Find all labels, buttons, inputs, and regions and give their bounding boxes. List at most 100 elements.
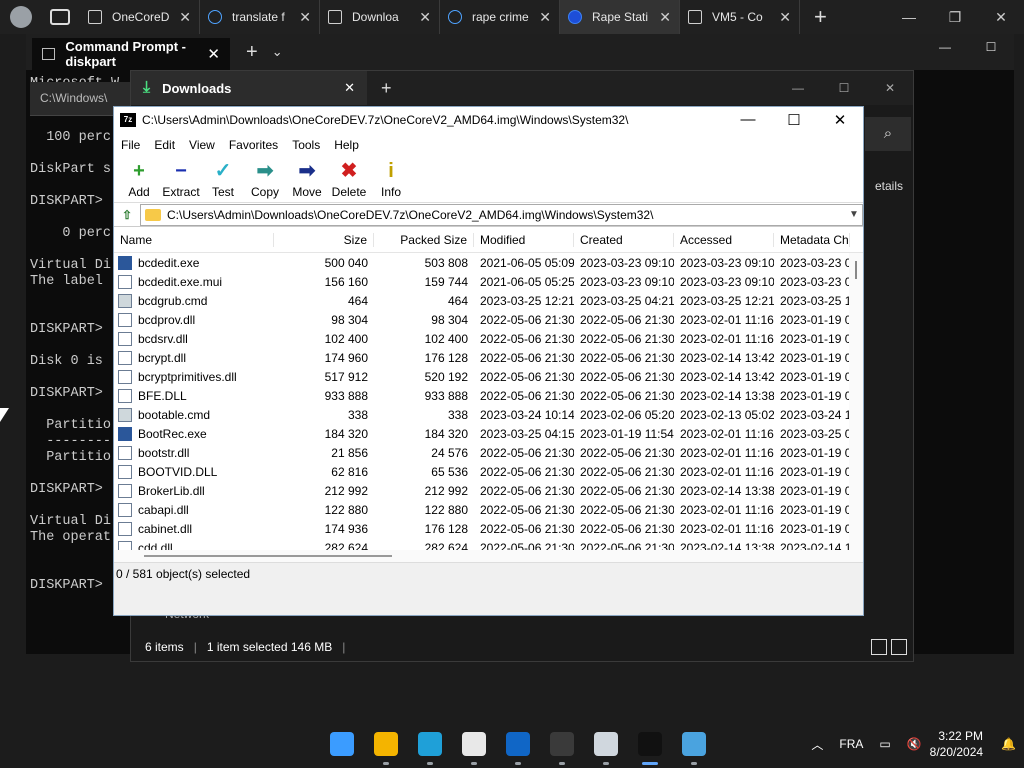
clock[interactable]: 3:22 PM 8/20/2024 — [930, 728, 983, 760]
close-tab-icon[interactable]: ✕ — [179, 9, 191, 26]
browser-tab[interactable]: translate f ✕ — [200, 0, 320, 34]
browser-tab[interactable]: rape crime ✕ — [440, 0, 560, 34]
new-tab-button[interactable]: + — [814, 4, 827, 30]
table-row[interactable]: BrokerLib.dll 212 992 212 992 2022-05-06 21… — [114, 481, 850, 500]
menu-favorites[interactable]: Favorites — [222, 138, 285, 152]
minimize-button[interactable]: — — [922, 34, 968, 60]
table-row[interactable]: bcdedit.exe.mui 156 160 159 744 2021-06-05 … — [114, 272, 850, 291]
vertical-scrollbar[interactable] — [849, 253, 863, 562]
browser-tab[interactable]: Downloa ✕ — [320, 0, 440, 34]
menu-tools[interactable]: Tools — [285, 138, 327, 152]
close-tab-icon[interactable]: ✕ — [299, 9, 311, 26]
address-field[interactable]: C:\Users\Admin\Downloads\OneCoreDEV.7z\O… — [140, 203, 863, 226]
search-icon — [208, 10, 222, 24]
chevron-down-icon[interactable]: ⌄ — [272, 44, 283, 60]
download-icon: ⤓ — [143, 79, 151, 96]
menu-view[interactable]: View — [182, 138, 222, 152]
column-header-packed-size[interactable]: Packed Size — [374, 232, 474, 247]
menu-file[interactable]: File — [114, 138, 147, 152]
column-header-modified[interactable]: Modified — [474, 232, 574, 247]
close-button[interactable]: ✕ — [867, 81, 913, 95]
info-button[interactable]: i Info — [370, 157, 412, 199]
copy-button[interactable]: ➡ Copy — [244, 157, 286, 199]
table-row[interactable]: bootstr.dll 21 856 24 576 2022-05-06 21:30 2… — [114, 443, 850, 462]
explorer-tab[interactable]: ⤓ Downloads ✕ — [131, 71, 367, 105]
column-header-name[interactable]: Name — [114, 232, 274, 247]
close-tab-icon[interactable]: ✕ — [539, 9, 551, 26]
delete-button[interactable]: ✖ Delete — [328, 157, 370, 199]
extract-button[interactable]: − Extract — [160, 157, 202, 199]
details-view-icon[interactable] — [871, 639, 887, 655]
restore-button[interactable]: ❐ — [932, 0, 978, 34]
column-header-created[interactable]: Created — [574, 232, 674, 247]
close-tab-icon[interactable]: ✕ — [344, 80, 355, 96]
minimize-button[interactable]: — — [775, 81, 821, 95]
test-button[interactable]: ✓ Test — [202, 157, 244, 199]
chevron-up-icon[interactable]: ︿ — [811, 736, 823, 753]
table-row[interactable]: BFE.DLL 933 888 933 888 2022-05-06 21:30 202… — [114, 386, 850, 405]
maximize-button[interactable]: ☐ — [821, 81, 867, 95]
start-icon[interactable] — [320, 720, 364, 768]
notepad-icon[interactable] — [672, 720, 716, 768]
table-cell: 2023-03-25 04:15 — [480, 426, 574, 441]
network-icon[interactable]: ▭ — [879, 737, 890, 751]
store-icon[interactable] — [452, 720, 496, 768]
horizontal-scrollbar[interactable] — [114, 550, 863, 562]
table-row[interactable]: BootRec.exe 184 320 184 320 2023-03-25 04:1… — [114, 424, 850, 443]
close-tab-icon[interactable]: ✕ — [659, 9, 671, 26]
column-header-accessed[interactable]: Accessed — [674, 232, 774, 247]
details-button[interactable]: etails — [875, 179, 903, 193]
control-panel-icon[interactable] — [584, 720, 628, 768]
profile-avatar[interactable] — [10, 6, 32, 28]
taskbar: ︿ FRA ▭ 🔇 3:22 PM 8/20/2024 🔔 — [0, 720, 1024, 768]
file-name-cell: bcdedit.exe.mui — [114, 274, 274, 289]
chevron-down-icon[interactable]: ▼ — [846, 209, 862, 220]
table-row[interactable]: BOOTVID.DLL 62 816 65 536 2022-05-06 21:30 2… — [114, 462, 850, 481]
table-row[interactable]: bcdedit.exe 500 040 503 808 2021-06-05 05:0… — [114, 253, 850, 272]
menu-help[interactable]: Help — [327, 138, 366, 152]
move-button[interactable]: ➡ Move — [286, 157, 328, 199]
table-row[interactable]: bcdprov.dll 98 304 98 304 2022-05-06 21:30 2… — [114, 310, 850, 329]
up-folder-icon[interactable]: ⇧ — [114, 208, 140, 222]
close-tab-icon[interactable]: ✕ — [419, 9, 431, 26]
close-tab-icon[interactable]: ✕ — [779, 9, 791, 26]
terminal-icon[interactable] — [540, 720, 584, 768]
notification-bell-icon[interactable]: 🔔 — [1001, 737, 1016, 751]
table-row[interactable]: cabapi.dll 122 880 122 880 2022-05-06 21:30… — [114, 500, 850, 519]
browser-tab[interactable]: OneCoreD ✕ — [80, 0, 200, 34]
table-row[interactable]: bcryptprimitives.dll 517 912 520 192 2022-0… — [114, 367, 850, 386]
column-header-size[interactable]: Size — [274, 232, 374, 247]
search-icon[interactable]: ⌕ — [865, 117, 911, 151]
browser-tab-active[interactable]: Rape Stati ✕ — [560, 0, 680, 34]
browser-tab[interactable]: VM5 - Co ✕ — [680, 0, 800, 34]
7zip-icon[interactable] — [628, 720, 672, 768]
new-tab-button[interactable]: + — [381, 78, 392, 99]
column-header-metadata[interactable]: Metadata Ch — [774, 232, 850, 247]
table-cell: 2023-02-01 11:16 — [680, 502, 774, 517]
tiles-view-icon[interactable] — [891, 639, 907, 655]
minimize-button[interactable]: — — [886, 0, 932, 34]
table-cell: 2022-05-06 21:30 — [480, 521, 574, 536]
add-button[interactable]: + Add — [118, 157, 160, 199]
maximize-button[interactable]: ☐ — [968, 34, 1014, 60]
outlook-icon[interactable] — [496, 720, 540, 768]
close-button[interactable]: ✕ — [978, 0, 1024, 34]
terminal-tab[interactable]: Command Prompt - diskpart ✕ — [32, 38, 230, 70]
edge-icon[interactable] — [408, 720, 452, 768]
volume-muted-icon[interactable]: 🔇 — [907, 737, 922, 751]
table-row[interactable]: bcrypt.dll 174 960 176 128 2022-05-06 21:30… — [114, 348, 850, 367]
tab-actions-icon[interactable] — [50, 9, 70, 25]
maximize-button[interactable]: ☐ — [771, 111, 817, 129]
minimize-button[interactable]: — — [725, 111, 771, 129]
table-row[interactable]: bcdgrub.cmd 464 464 2023-03-25 12:21 2023-03… — [114, 291, 850, 310]
file-explorer-icon[interactable] — [364, 720, 408, 768]
table-cell: 102 400 — [424, 331, 468, 346]
close-tab-icon[interactable]: ✕ — [207, 45, 220, 63]
table-row[interactable]: cabinet.dll 174 936 176 128 2022-05-06 21:3… — [114, 519, 850, 538]
close-button[interactable]: ✕ — [817, 111, 863, 129]
new-tab-button[interactable]: + — [246, 41, 258, 64]
table-row[interactable]: bcdsrv.dll 102 400 102 400 2022-05-06 21:30… — [114, 329, 850, 348]
table-row[interactable]: bootable.cmd 338 338 2023-03-24 10:14 2023-0… — [114, 405, 850, 424]
language-indicator[interactable]: FRA — [839, 737, 863, 751]
menu-edit[interactable]: Edit — [147, 138, 182, 152]
